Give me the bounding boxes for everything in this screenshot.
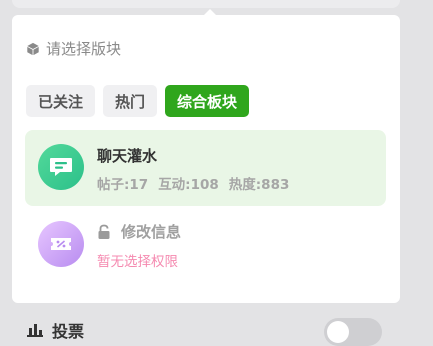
bar-chart-icon <box>27 324 43 337</box>
cube-icon <box>27 42 39 55</box>
board-title-row: 修改信息 <box>97 221 181 242</box>
vote-row: 投票 <box>26 318 84 342</box>
vote-label: 投票 <box>52 322 85 341</box>
chat-bubble-icon <box>50 158 72 176</box>
tab-bar: 已关注 热门 综合板块 <box>26 85 250 117</box>
board-avatar <box>38 221 84 267</box>
tab-general-boards[interactable]: 综合板块 <box>165 85 250 117</box>
board-avatar <box>38 144 84 190</box>
board-name: 修改信息 <box>121 223 182 241</box>
stat-posts: 帖子:17 <box>97 177 149 193</box>
panel-title: 请选择版块 <box>46 40 122 58</box>
toggle-knob <box>327 321 349 343</box>
stat-heat: 热度:883 <box>228 177 290 193</box>
board-selector-panel: 请选择版块 已关注 热门 综合板块 聊天灌水 帖子:17 互动:108 热度:8… <box>12 15 400 303</box>
board-stats: 帖子:17 互动:108 热度:883 <box>97 173 289 193</box>
tab-hot[interactable]: 热门 <box>103 85 158 117</box>
lock-icon <box>98 224 110 239</box>
board-item-edit-info[interactable]: 修改信息 暂无选择权限 <box>25 207 386 283</box>
vote-toggle[interactable] <box>324 318 382 346</box>
board-name: 聊天灌水 <box>97 147 158 165</box>
board-item-chat[interactable]: 聊天灌水 帖子:17 互动:108 热度:883 <box>25 130 386 206</box>
panel-header: 请选择版块 <box>26 38 121 59</box>
stat-interactions: 互动:108 <box>158 177 219 193</box>
permission-note: 暂无选择权限 <box>97 254 178 270</box>
ticket-percent-icon <box>51 238 71 250</box>
top-strip <box>12 0 400 8</box>
tab-followed[interactable]: 已关注 <box>26 85 96 117</box>
